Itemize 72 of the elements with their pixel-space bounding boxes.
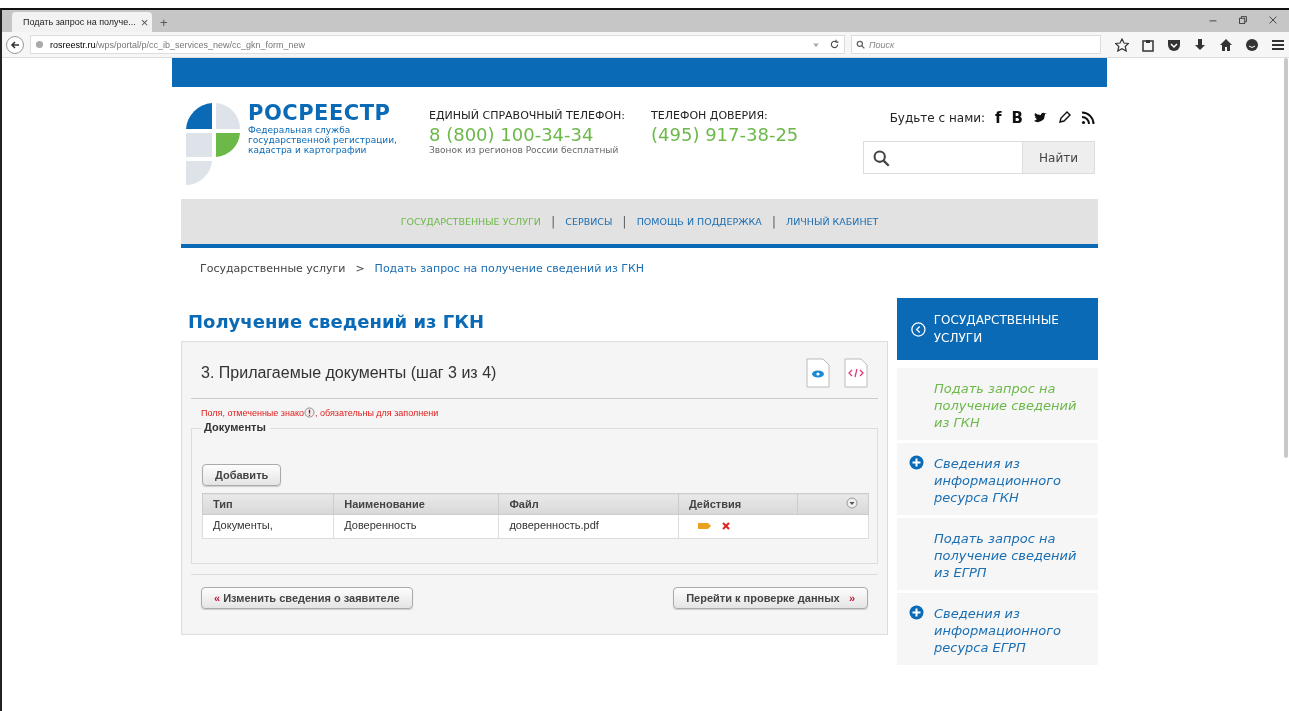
browser-tab[interactable]: Подать запрос на получе... × bbox=[12, 12, 152, 32]
social-label: Будьте с нами: bbox=[889, 111, 986, 125]
nav-separator: | bbox=[771, 214, 777, 229]
plus-circle-icon[interactable] bbox=[909, 455, 924, 470]
search-icon bbox=[856, 40, 865, 49]
rss-icon[interactable] bbox=[1081, 111, 1095, 125]
document-eye-icon[interactable] bbox=[806, 358, 830, 388]
close-icon[interactable] bbox=[1267, 14, 1279, 26]
url-text: rosreestr.ru/wps/portal/p/cc_ib_services_new/cc_gkn_form_new bbox=[50, 39, 306, 50]
add-button[interactable]: Добавить bbox=[202, 464, 282, 486]
required-mark-icon bbox=[304, 407, 315, 418]
plus-circle-icon[interactable] bbox=[909, 605, 924, 620]
sidebar-link[interactable]: Сведения из информационного ресурса ЕГРП bbox=[934, 605, 1088, 653]
phone-note: Звонок из регионов России бесплатный bbox=[429, 145, 620, 155]
breadcrumb-link[interactable]: Государственные услуги bbox=[200, 262, 346, 286]
new-tab-button[interactable]: + bbox=[160, 15, 168, 30]
required-note: , обязательны для заполнени bbox=[315, 407, 439, 418]
pocket-icon[interactable] bbox=[1167, 37, 1181, 52]
breadcrumb-current[interactable]: Подать запрос на получение сведений из ГКН bbox=[374, 262, 645, 286]
reload-icon[interactable] bbox=[829, 39, 840, 50]
menu-icon[interactable] bbox=[1271, 37, 1285, 52]
column-header[interactable]: Действия bbox=[678, 493, 798, 515]
phone-number: 8 (800) 100-34-34 bbox=[429, 124, 595, 145]
clipboard-icon[interactable] bbox=[1141, 37, 1155, 52]
search-button[interactable]: Найти bbox=[1022, 142, 1094, 173]
logo-subtitle: Федеральная служба государственной регистрации, кадастра и картографии bbox=[248, 125, 398, 155]
back-arrow-icon bbox=[10, 39, 20, 50]
sidebar-link[interactable]: Подать запрос на получение сведений из ЕГРП bbox=[934, 530, 1088, 578]
nav-separator: | bbox=[550, 214, 556, 229]
pencil-icon[interactable] bbox=[1057, 111, 1071, 125]
column-header[interactable]: Наименование bbox=[333, 493, 499, 515]
nav-link[interactable]: ПОМОЩЬ И ПОДДЕРЖКА bbox=[636, 216, 762, 227]
phone-number: (495) 917-38-25 bbox=[651, 124, 799, 145]
back-circle-icon bbox=[911, 320, 926, 338]
document-code-icon[interactable] bbox=[844, 358, 868, 388]
section-title: Документы bbox=[202, 421, 270, 433]
phone-label: ЕДИНЫЙ СПРАВОЧНЫЙ ТЕЛЕФОН: bbox=[429, 109, 626, 122]
search-icon bbox=[872, 148, 890, 167]
nav-separator: | bbox=[622, 214, 627, 229]
address-bar[interactable]: rosreestr.ru/wps/portal/p/cc_ib_services_new/cc_gkn_form_new bbox=[30, 35, 845, 54]
step-title: 3. Прилагаемые документы (шаг 3 из 4) bbox=[201, 364, 497, 382]
page-title: Получение сведений из ГКН bbox=[188, 311, 485, 332]
back-step-button[interactable]: « Изменить сведения о заявителе bbox=[201, 587, 413, 609]
social-link[interactable]: В bbox=[1011, 109, 1023, 127]
restore-icon[interactable] bbox=[1237, 14, 1249, 26]
logo-title: РОСРЕЕСТР bbox=[248, 101, 392, 125]
social-link[interactable]: f bbox=[995, 109, 1002, 127]
tab-close-button[interactable]: × bbox=[140, 14, 149, 30]
nav-link[interactable]: ЛИЧНЫЙ КАБИНЕТ bbox=[786, 216, 879, 227]
site-search-field[interactable]: Найти bbox=[863, 141, 1095, 174]
browser-search-field[interactable]: Поиск bbox=[851, 35, 1101, 54]
phone-label: ТЕЛЕФОН ДОВЕРИЯ: bbox=[651, 109, 769, 122]
breadcrumb-separator: > bbox=[355, 262, 365, 277]
sidebar-link[interactable]: Сведения из информационного ресурса ГКН bbox=[934, 455, 1088, 503]
bird-icon[interactable] bbox=[1033, 111, 1047, 125]
column-header[interactable]: Тип bbox=[202, 493, 334, 515]
back-button[interactable] bbox=[6, 35, 24, 54]
table-cell: доверенность.pdf bbox=[498, 514, 679, 539]
column-header[interactable]: Файл bbox=[498, 493, 679, 515]
smiley-icon[interactable] bbox=[1245, 37, 1259, 52]
logo-icon bbox=[184, 101, 242, 185]
sidebar-header[interactable]: ГОСУДАРСТВЕННЫЕ УСЛУГИ bbox=[897, 298, 1098, 360]
star-icon[interactable] bbox=[1115, 37, 1129, 52]
next-step-button[interactable]: Перейти к проверке данных » bbox=[673, 587, 868, 609]
table-cell: Документы, bbox=[202, 514, 334, 539]
download-icon[interactable] bbox=[1193, 37, 1207, 52]
table-cell: Доверенность bbox=[333, 514, 499, 539]
home-icon[interactable] bbox=[1219, 37, 1233, 52]
nav-link[interactable]: СЕРВИСЫ bbox=[565, 216, 613, 227]
dropdown-icon[interactable] bbox=[846, 497, 858, 509]
delete-icon[interactable] bbox=[721, 522, 730, 530]
required-note: Поля, отмеченные знако bbox=[201, 407, 304, 418]
